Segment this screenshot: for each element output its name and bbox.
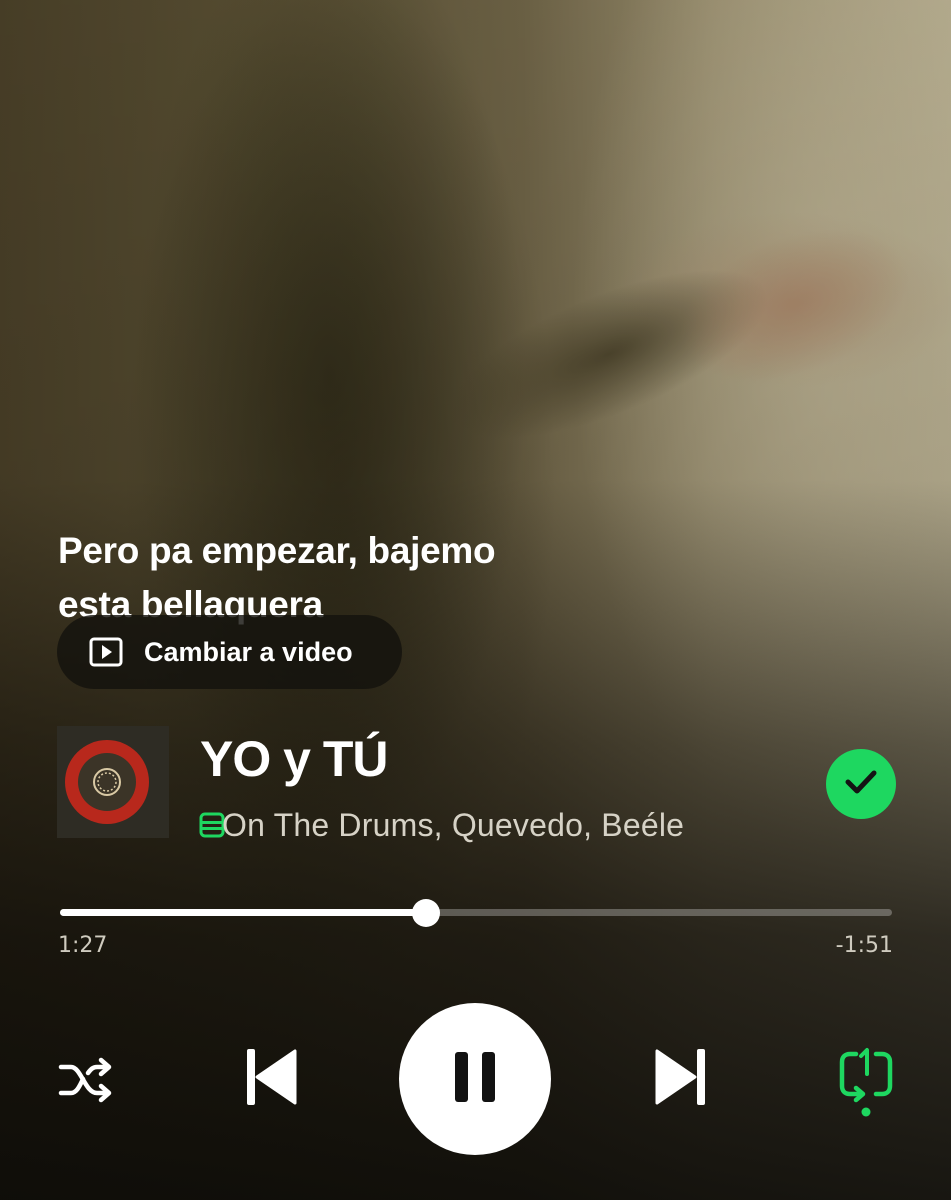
shuffle-button[interactable] <box>54 1050 118 1114</box>
saved-to-library-button[interactable] <box>826 749 896 819</box>
progress-bar[interactable] <box>60 899 892 927</box>
play-square-icon <box>89 637 123 667</box>
lyric-line: Pero pa empezar, bajemo <box>58 530 496 571</box>
track-artists[interactable]: On The Drums, Quevedo, Beéle <box>198 803 758 847</box>
previous-track-button[interactable] <box>238 1046 304 1112</box>
remaining-time: -1:51 <box>835 933 893 958</box>
skip-previous-icon <box>243 1047 299 1112</box>
progress-thumb[interactable] <box>412 899 441 927</box>
skip-next-icon <box>653 1047 709 1112</box>
repeat-button[interactable] <box>834 1046 898 1125</box>
switch-to-video-label: Cambiar a video <box>144 636 353 667</box>
repeat-one-icon <box>836 1046 896 1125</box>
shuffle-icon <box>57 1055 115 1110</box>
elapsed-time: 1:27 <box>58 933 108 958</box>
album-cover[interactable] <box>57 726 169 838</box>
progress-fill <box>60 909 427 916</box>
pause-icon <box>452 1050 498 1109</box>
pause-button[interactable] <box>399 1003 551 1155</box>
track-title[interactable]: YO y TÚ <box>200 730 388 788</box>
switch-to-video-button[interactable]: Cambiar a video <box>57 615 402 689</box>
next-track-button[interactable] <box>648 1046 714 1112</box>
check-icon <box>843 767 879 802</box>
artists-label: On The Drums, Quevedo, Beéle <box>222 806 685 843</box>
